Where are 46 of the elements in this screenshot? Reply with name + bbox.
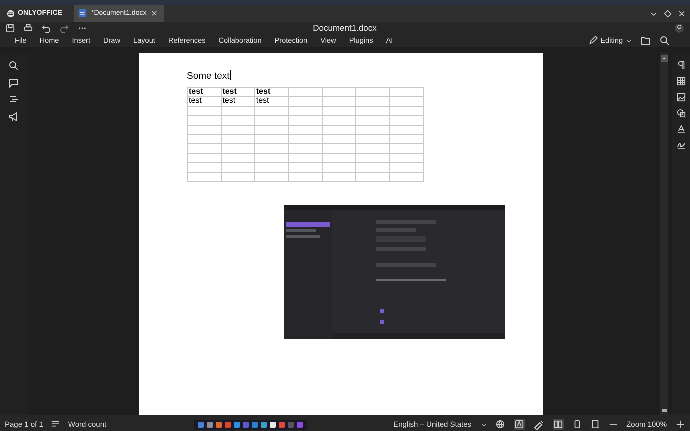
pages-icon <box>554 420 563 429</box>
megaphone-icon[interactable] <box>9 112 19 122</box>
signature-icon[interactable] <box>676 141 686 150</box>
table-cell: test <box>256 87 271 96</box>
table-cell: test <box>256 96 270 106</box>
taskbar-app-icon[interactable] <box>260 422 267 428</box>
paragraph-icon[interactable] <box>676 61 686 70</box>
save-icon[interactable] <box>6 24 15 32</box>
undo-icon[interactable] <box>42 24 51 32</box>
scroll-up-icon[interactable] <box>660 55 668 62</box>
shapes-icon[interactable] <box>676 109 686 118</box>
table-cell: test <box>222 96 236 106</box>
pencil-icon <box>588 36 598 45</box>
caret-icon <box>626 38 632 44</box>
caret-icon[interactable] <box>480 422 487 428</box>
logo-icon <box>7 10 15 18</box>
taskbar-app-icon[interactable] <box>270 422 276 428</box>
scroll-thumb[interactable] <box>662 409 666 412</box>
word-count-icon[interactable] <box>51 420 60 429</box>
multipage-view-button[interactable] <box>552 419 564 430</box>
image-icon[interactable] <box>676 93 686 102</box>
spellcheck-icon <box>514 420 524 429</box>
spellcheck-button[interactable] <box>514 419 525 430</box>
window-title: Document1.docx <box>313 23 377 33</box>
globe-icon[interactable] <box>496 420 505 429</box>
fit-page-icon[interactable] <box>572 420 582 429</box>
redo-icon[interactable] <box>60 24 69 32</box>
maximize-icon[interactable] <box>664 10 672 18</box>
track-changes-icon[interactable] <box>534 420 544 430</box>
zoom-in-icon[interactable] <box>676 420 685 429</box>
document-icon <box>78 9 88 18</box>
search-icon[interactable] <box>9 61 19 71</box>
close-icon[interactable] <box>678 10 686 18</box>
search-icon[interactable] <box>660 36 670 46</box>
headings-icon[interactable] <box>9 95 19 105</box>
comment-icon[interactable] <box>9 78 19 88</box>
table-cell: test <box>222 87 237 96</box>
table-cell: test <box>189 87 204 96</box>
print-icon[interactable] <box>24 24 33 32</box>
fit-width-icon[interactable] <box>590 420 600 429</box>
table-cell: test <box>189 96 202 106</box>
table-icon[interactable] <box>676 77 686 86</box>
folder-icon[interactable] <box>641 36 651 46</box>
body-text: Some text <box>187 71 230 82</box>
close-icon[interactable] <box>150 10 158 17</box>
text-art-icon[interactable] <box>676 125 686 134</box>
